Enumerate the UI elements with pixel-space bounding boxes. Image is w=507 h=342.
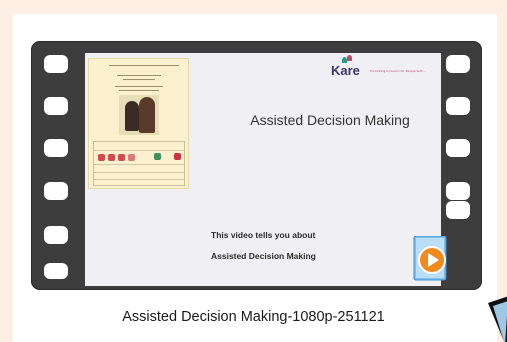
file-name-label[interactable]: Assisted Decision Making-1080p-251121 <box>0 309 507 325</box>
kare-tagline: Promoting inclusion for People with... <box>370 69 426 73</box>
mouse-cursor-icon <box>486 293 507 342</box>
film-sprocket-hole <box>446 139 470 157</box>
film-sprocket-hole <box>44 182 68 200</box>
video-frame: Kare Promoting inclusion for People with… <box>85 53 441 286</box>
slide-note-line-2: Assisted Decision Making <box>211 251 316 261</box>
windows-media-player-icon <box>412 235 448 282</box>
film-sprocket-hole <box>446 182 470 200</box>
film-sprocket-hole <box>44 97 68 115</box>
kare-logo-text: Kare <box>331 63 360 78</box>
film-sprocket-hole <box>44 226 68 244</box>
easy-read-document-icon <box>88 58 189 189</box>
doc-photo <box>119 95 159 135</box>
doc-table <box>93 141 185 186</box>
kare-logo-mark-icon <box>342 55 354 63</box>
film-sprocket-hole <box>446 201 470 219</box>
film-sprocket-hole <box>44 263 68 279</box>
film-sprocket-hole <box>446 55 470 73</box>
film-sprocket-hole <box>44 55 68 73</box>
film-sprocket-hole <box>44 139 68 157</box>
slide-note-line-1: This video tells you about <box>211 230 316 240</box>
film-sprocket-hole <box>446 97 470 115</box>
slide-title: Assisted Decision Making <box>250 112 410 128</box>
